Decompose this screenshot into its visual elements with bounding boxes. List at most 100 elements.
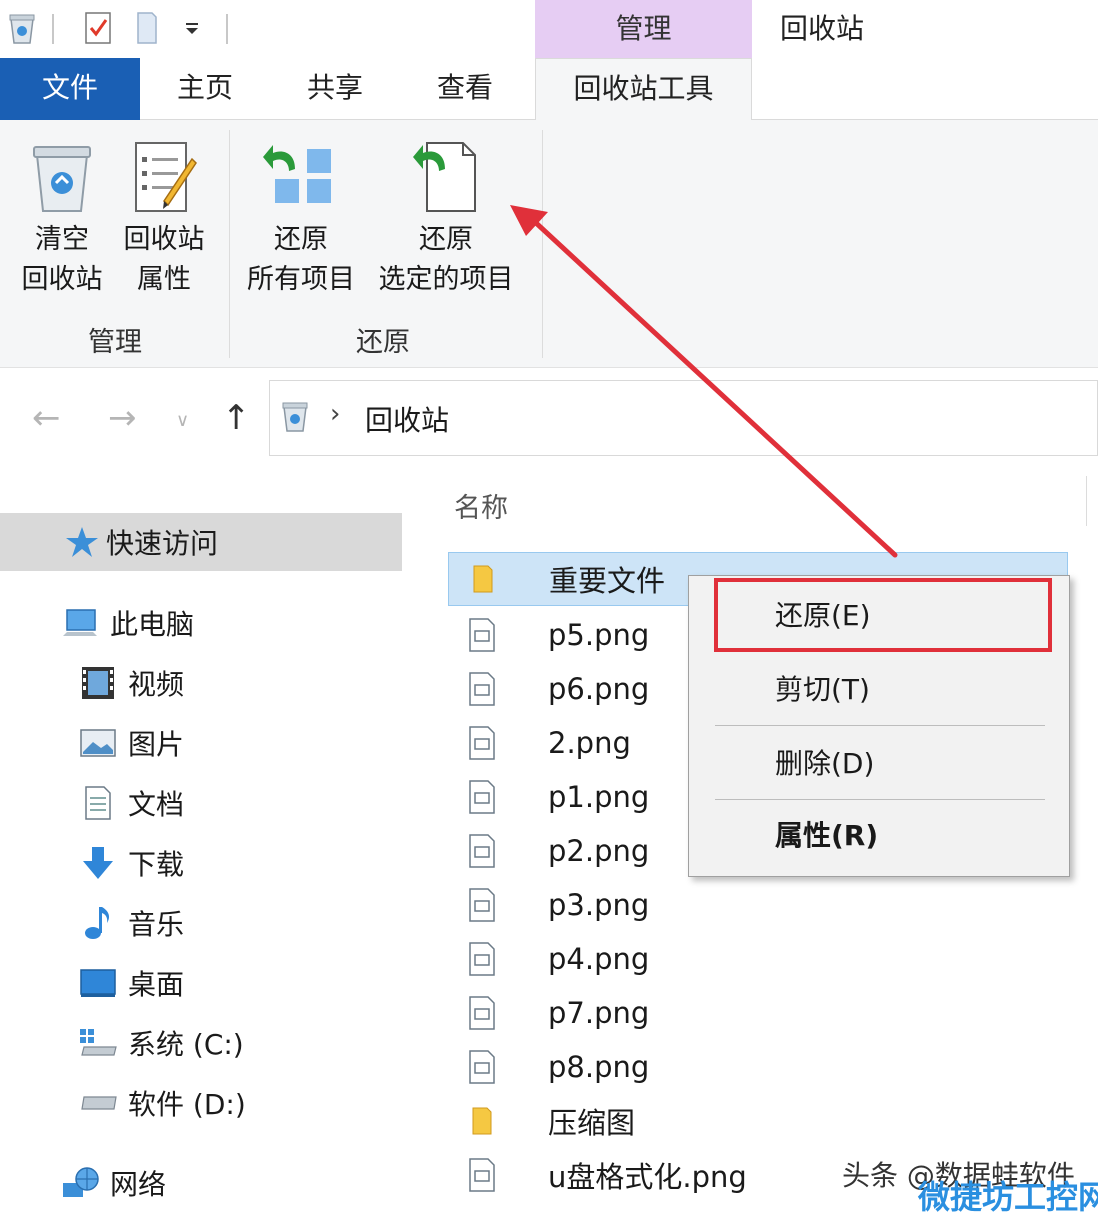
- recycle-bin-icon[interactable]: [4, 10, 40, 46]
- watermark-logo-text: 微捷坊工控网: [918, 1178, 1098, 1212]
- ribbon-tabs: 文件 主页 共享 查看 回收站工具: [0, 58, 1098, 121]
- nav-this-pc[interactable]: 此电脑: [60, 595, 194, 651]
- image-file-icon: [462, 723, 502, 763]
- picture-icon: [78, 723, 118, 763]
- menu-item-delete[interactable]: 删除(D): [689, 734, 1069, 794]
- navigation-bar: ← → ∨ ↑ › 回收站: [0, 368, 1098, 468]
- file-name: p7.png: [548, 996, 650, 1030]
- column-divider[interactable]: [1086, 476, 1087, 526]
- drive-icon: [78, 1083, 118, 1123]
- nav-quick-access[interactable]: 快速访问: [0, 513, 402, 571]
- breadcrumb-chevron-icon[interactable]: ›: [330, 399, 340, 429]
- image-file-icon: [462, 939, 502, 979]
- properties-checkmark-icon[interactable]: [80, 10, 116, 46]
- ribbon-label: 还原: [274, 224, 328, 255]
- file-name: p5.png: [548, 618, 650, 652]
- breadcrumb-recycle-bin[interactable]: 回收站: [365, 399, 449, 439]
- system-drive-icon: [78, 1023, 118, 1063]
- ribbon-label: 属性: [137, 264, 191, 295]
- tab-home[interactable]: 主页: [150, 58, 260, 120]
- tab-view[interactable]: 查看: [410, 58, 520, 120]
- ribbon-label: 所有项目: [247, 264, 355, 295]
- nav-documents[interactable]: 文档: [78, 775, 184, 831]
- image-file-icon: [462, 993, 502, 1033]
- address-bar[interactable]: › 回收站: [269, 380, 1098, 456]
- nav-pictures[interactable]: 图片: [78, 715, 184, 771]
- nav-label: 软件 (D:): [128, 1088, 246, 1121]
- file-name: 2.png: [548, 726, 631, 760]
- menu-item-properties[interactable]: 属性(R): [689, 806, 1069, 866]
- new-folder-icon[interactable]: [132, 10, 162, 46]
- ribbon-label: 清空: [35, 224, 89, 255]
- tab-share[interactable]: 共享: [280, 58, 390, 120]
- file-name: 重要文件: [549, 564, 666, 598]
- restore-selected-items-button[interactable]: 还原 选定的项目: [370, 134, 522, 300]
- menu-item-cut[interactable]: 剪切(T): [689, 660, 1069, 720]
- menu-separator: [715, 799, 1045, 800]
- context-group-label: 管理: [615, 12, 672, 45]
- ribbon-group-divider: [542, 130, 543, 358]
- tab-file[interactable]: 文件: [0, 58, 140, 120]
- recycle-bin-properties-button[interactable]: 回收站 属性: [116, 134, 212, 300]
- file-row[interactable]: p8.png: [448, 1040, 1068, 1094]
- file-name: p6.png: [548, 672, 650, 706]
- image-file-icon: [462, 669, 502, 709]
- window-title: 回收站: [780, 12, 865, 45]
- file-row[interactable]: p3.png: [448, 878, 1068, 932]
- menu-separator: [715, 725, 1045, 726]
- nav-desktop[interactable]: 桌面: [78, 955, 184, 1011]
- file-row[interactable]: 压缩图: [448, 1094, 1068, 1148]
- document-icon: [78, 783, 118, 823]
- file-row[interactable]: p7.png: [448, 986, 1068, 1040]
- nav-music[interactable]: 音乐: [78, 895, 184, 951]
- image-file-icon: [462, 831, 502, 871]
- ribbon-group-manage-label: 管理: [88, 327, 142, 358]
- file-row[interactable]: p4.png: [448, 932, 1068, 986]
- network-globe-icon: [60, 1163, 100, 1203]
- nav-label: 快速访问: [106, 527, 219, 560]
- back-arrow-icon[interactable]: ←: [32, 398, 61, 438]
- nav-label: 图片: [128, 728, 185, 761]
- up-arrow-icon[interactable]: ↑: [222, 398, 251, 438]
- ribbon-group-divider: [229, 130, 230, 358]
- ribbon-label: 回收站: [21, 264, 103, 295]
- nav-label: 下载: [128, 848, 185, 881]
- image-file-icon: [462, 1155, 502, 1195]
- computer-icon: [60, 603, 100, 643]
- image-file-icon: [462, 885, 502, 925]
- ribbon-label: 回收站: [123, 224, 205, 255]
- empty-recycle-bin-button[interactable]: 清空 回收站: [14, 134, 110, 300]
- navigation-pane: 快速访问 此电脑 视频 图片 文档 下载 音乐 桌面 系统 (C:) 软件 (D…: [0, 468, 410, 1212]
- nav-videos[interactable]: 视频: [78, 655, 184, 711]
- file-name: p4.png: [548, 942, 650, 976]
- recent-locations-chevron-icon[interactable]: ∨: [176, 410, 189, 431]
- qat-separator: [226, 14, 228, 44]
- file-name: 压缩图: [548, 1106, 636, 1140]
- properties-document-icon: [116, 134, 212, 220]
- nav-network[interactable]: 网络: [60, 1155, 166, 1211]
- music-note-icon: [78, 903, 118, 943]
- file-name: u盘格式化.png: [548, 1160, 747, 1194]
- nav-label: 桌面: [128, 968, 185, 1001]
- image-file-icon: [462, 615, 502, 655]
- video-film-icon: [78, 663, 118, 703]
- tab-recycle-bin-tools[interactable]: 回收站工具: [535, 58, 752, 121]
- qat-dropdown-icon[interactable]: [180, 10, 204, 46]
- ribbon-label: 还原: [419, 224, 473, 255]
- nav-label: 视频: [128, 668, 185, 701]
- nav-drive-d[interactable]: 软件 (D:): [78, 1075, 246, 1131]
- column-header-name[interactable]: 名称: [454, 486, 508, 525]
- nav-label: 网络: [110, 1168, 167, 1201]
- file-name: p8.png: [548, 1050, 650, 1084]
- nav-label: 音乐: [128, 908, 185, 941]
- recycle-bin-icon: [14, 134, 110, 220]
- recycle-bin-icon: [280, 399, 310, 437]
- forward-arrow-icon[interactable]: →: [108, 398, 137, 438]
- nav-downloads[interactable]: 下载: [78, 835, 184, 891]
- file-name: p2.png: [548, 834, 650, 868]
- restore-selected-icon: [370, 134, 522, 220]
- restore-all-items-button[interactable]: 还原 所有项目: [238, 134, 364, 300]
- nav-drive-c[interactable]: 系统 (C:): [78, 1015, 244, 1071]
- folder-icon: [463, 559, 503, 599]
- download-arrow-icon: [78, 843, 118, 883]
